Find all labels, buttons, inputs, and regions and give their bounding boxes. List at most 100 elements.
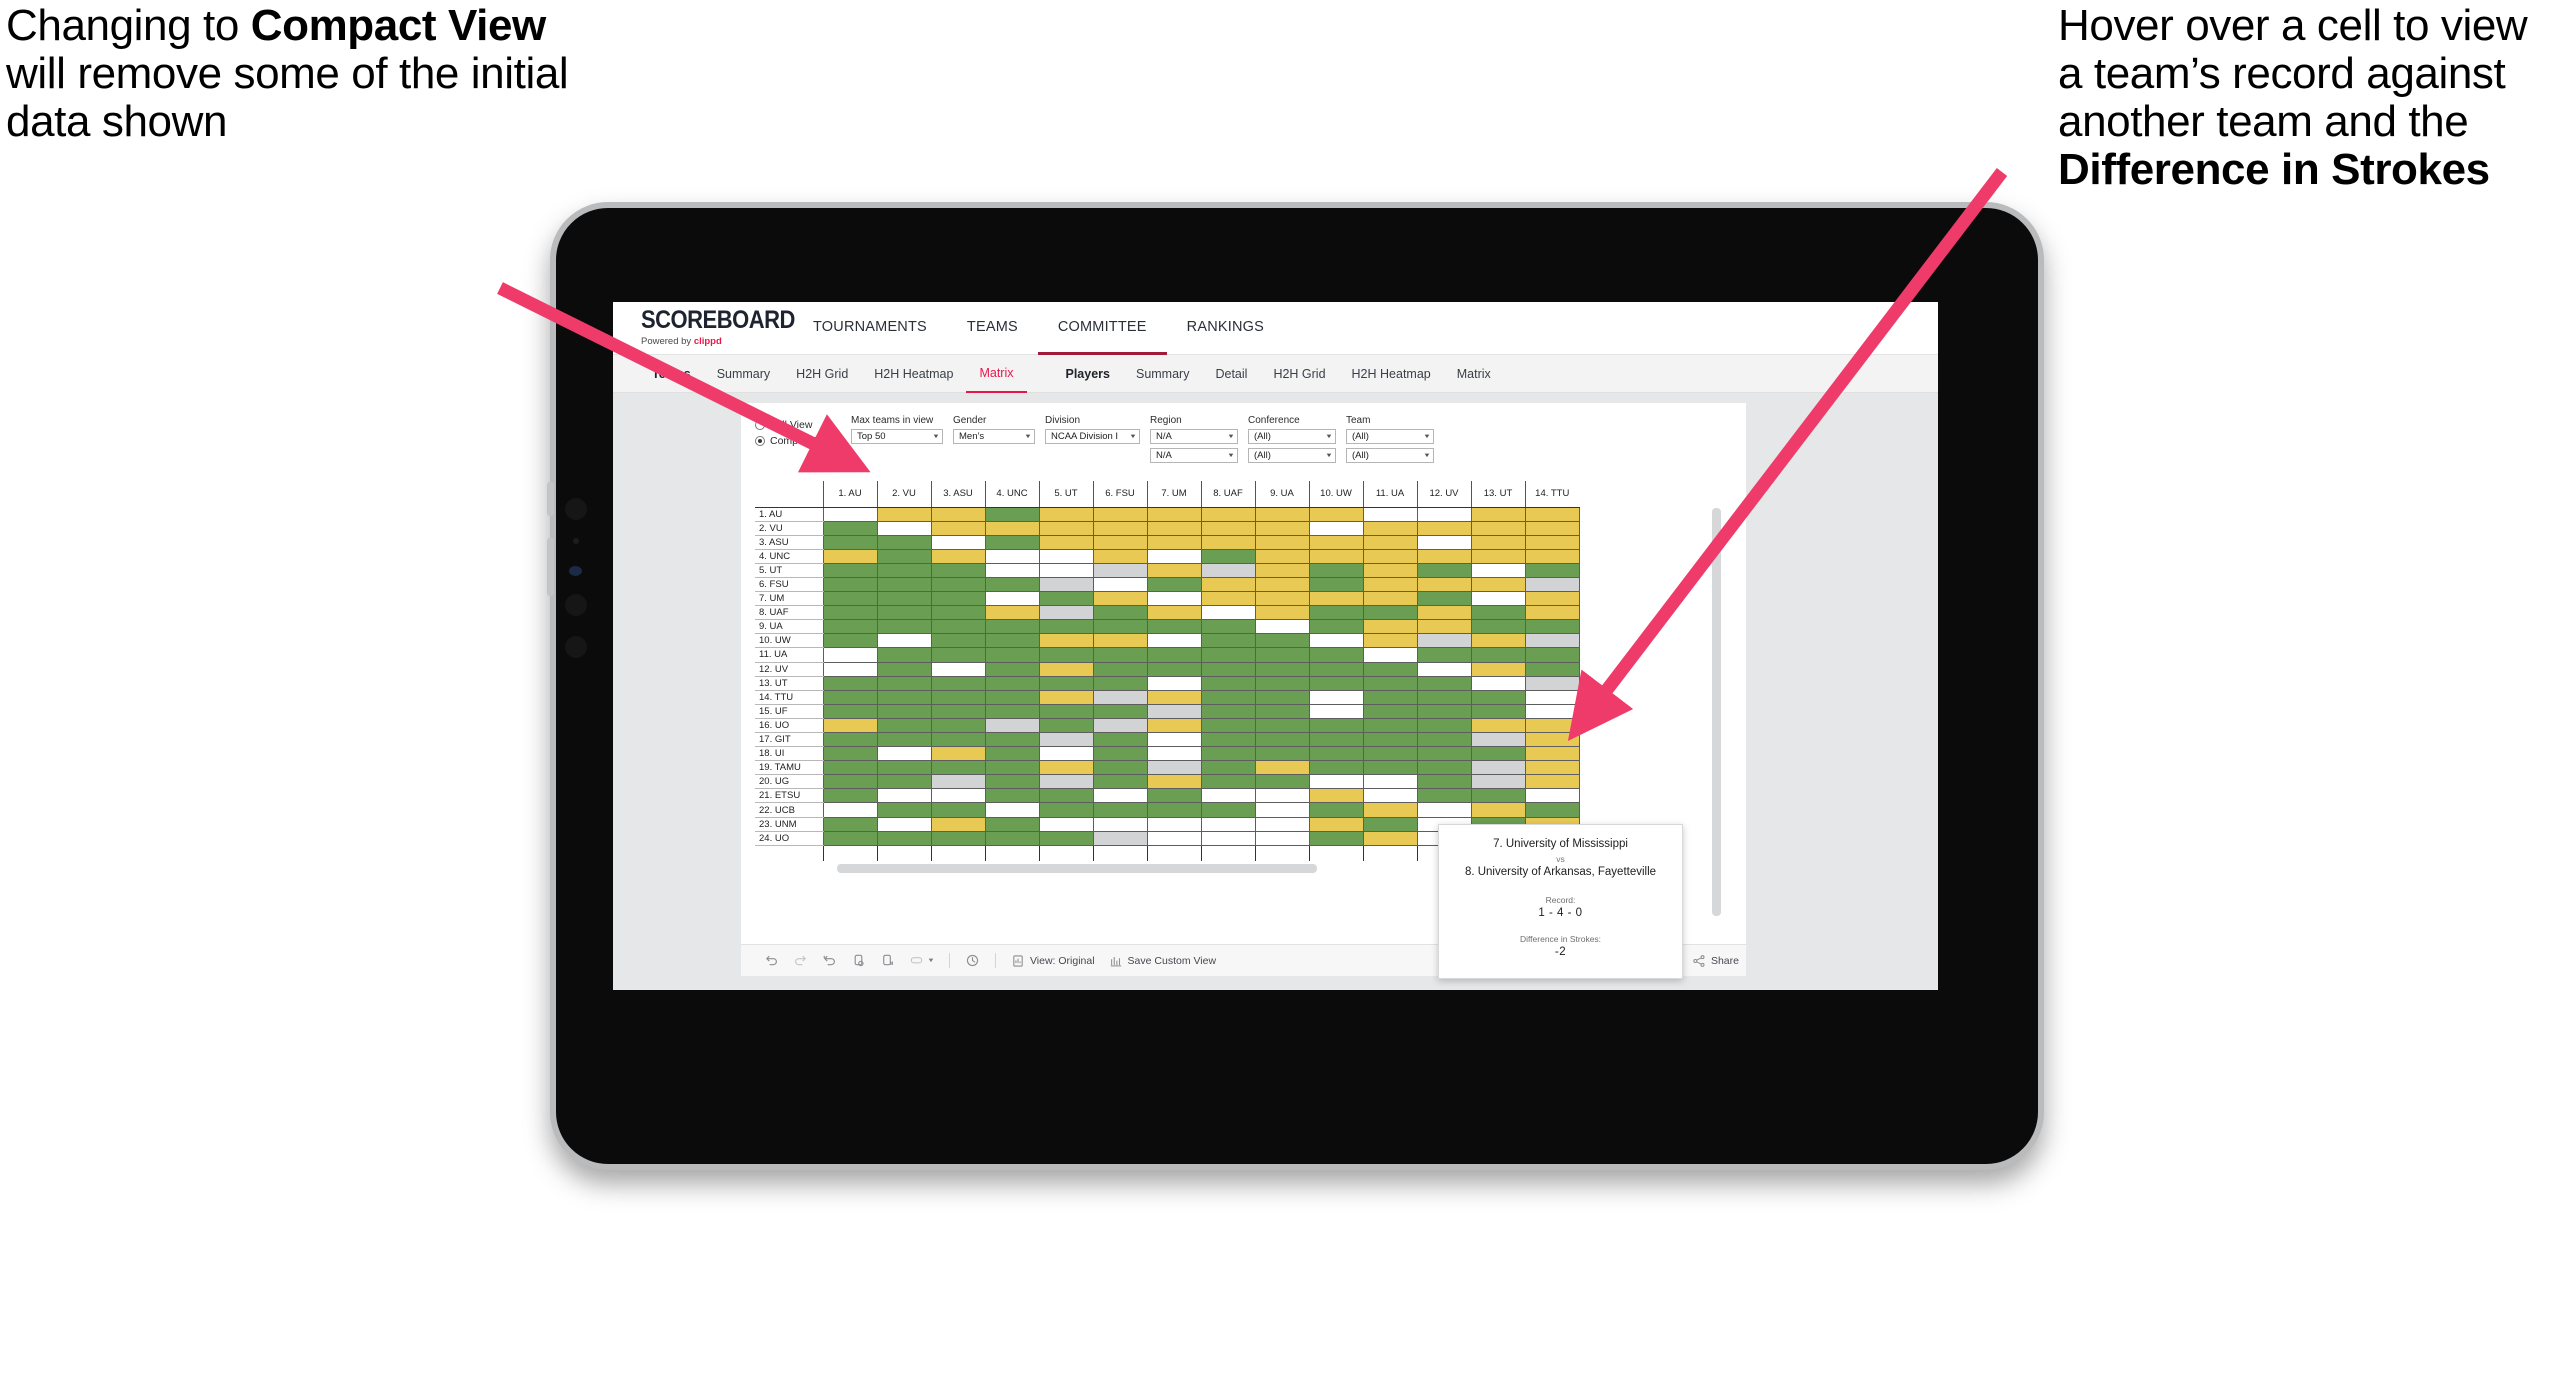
matrix-cell[interactable] xyxy=(1362,690,1418,705)
matrix-cell[interactable] xyxy=(984,662,1040,677)
matrix-cell[interactable] xyxy=(1038,732,1094,748)
matrix-cell[interactable] xyxy=(1038,563,1094,578)
matrix-cell[interactable] xyxy=(1524,577,1580,593)
matrix-cell[interactable] xyxy=(1146,507,1202,522)
matrix-cell[interactable] xyxy=(1470,704,1526,719)
matrix-cell[interactable] xyxy=(1470,647,1526,663)
matrix-cell[interactable] xyxy=(1200,633,1256,649)
matrix-cell[interactable] xyxy=(1524,760,1580,776)
matrix-cell[interactable] xyxy=(876,788,932,804)
matrix-cell[interactable] xyxy=(876,746,932,762)
matrix-cell[interactable] xyxy=(1146,817,1202,832)
matrix-cell[interactable] xyxy=(1038,535,1094,550)
nav-item-committee[interactable]: COMMITTEE xyxy=(1037,302,1167,355)
matrix-cell[interactable] xyxy=(822,619,878,635)
matrix-cell[interactable] xyxy=(1200,746,1256,762)
matrix-cell[interactable] xyxy=(1038,605,1094,621)
matrix-cell[interactable] xyxy=(1200,521,1256,536)
matrix-cell[interactable] xyxy=(1038,662,1094,677)
matrix-cell[interactable] xyxy=(1038,802,1094,818)
matrix-cell[interactable] xyxy=(1146,831,1202,846)
matrix-cell[interactable] xyxy=(1524,732,1580,748)
matrix-cell[interactable] xyxy=(1038,507,1094,522)
matrix-cell[interactable] xyxy=(1362,619,1418,635)
matrix-cell[interactable] xyxy=(1524,591,1580,607)
matrix-cell[interactable] xyxy=(1146,647,1202,663)
matrix-cell[interactable] xyxy=(1308,718,1364,734)
nav-item-tournaments[interactable]: TOURNAMENTS xyxy=(793,302,947,355)
matrix-cell[interactable] xyxy=(930,831,986,846)
matrix-cell[interactable] xyxy=(1524,647,1580,663)
matrix-cell[interactable] xyxy=(984,619,1040,635)
matrix-cell[interactable] xyxy=(1416,774,1472,790)
matrix-cell[interactable] xyxy=(1524,704,1580,719)
subnav-item-teams[interactable]: Teams xyxy=(639,355,704,393)
matrix-cell[interactable] xyxy=(1038,760,1094,776)
subnav-item-h2h-heatmap[interactable]: H2H Heatmap xyxy=(1339,355,1444,393)
matrix-cell[interactable] xyxy=(1308,619,1364,635)
matrix-cell[interactable] xyxy=(1416,549,1472,564)
matrix-cell[interactable] xyxy=(1200,732,1256,748)
matrix-cell[interactable] xyxy=(930,507,986,522)
matrix-cell[interactable] xyxy=(1308,633,1364,649)
matrix-cell[interactable] xyxy=(1362,549,1418,564)
matrix-cell[interactable] xyxy=(1200,676,1256,691)
matrix-cell[interactable] xyxy=(1200,662,1256,677)
matrix-cell[interactable] xyxy=(1200,704,1256,719)
matrix-cell[interactable] xyxy=(1470,802,1526,818)
matrix-cell[interactable] xyxy=(1092,760,1148,776)
matrix-cell[interactable] xyxy=(1308,746,1364,762)
matrix-cell[interactable] xyxy=(1146,619,1202,635)
matrix-cell[interactable] xyxy=(984,605,1040,621)
matrix-cell[interactable] xyxy=(1362,704,1418,719)
matrix-cell[interactable] xyxy=(1254,760,1310,776)
radio-compact-view[interactable]: Compact View xyxy=(755,433,851,449)
matrix-cell[interactable] xyxy=(1362,647,1418,663)
matrix-cell[interactable] xyxy=(1200,577,1256,593)
matrix-cell[interactable] xyxy=(1038,647,1094,663)
matrix-cell[interactable] xyxy=(1254,718,1310,734)
filter-conference-select-1[interactable]: (All) ▼ xyxy=(1248,429,1336,444)
matrix-cell[interactable] xyxy=(1416,662,1472,677)
matrix-cell[interactable] xyxy=(1308,690,1364,705)
matrix-cell[interactable] xyxy=(1308,591,1364,607)
matrix-cell[interactable] xyxy=(984,591,1040,607)
matrix-cell[interactable] xyxy=(822,831,878,846)
matrix-cell[interactable] xyxy=(1524,633,1580,649)
matrix-cell[interactable] xyxy=(1416,591,1472,607)
matrix-cell[interactable] xyxy=(1038,521,1094,536)
matrix-cell[interactable] xyxy=(984,760,1040,776)
matrix-cell[interactable] xyxy=(1524,521,1580,536)
matrix-cell[interactable] xyxy=(1254,535,1310,550)
matrix-cell[interactable] xyxy=(1362,802,1418,818)
matrix-cell[interactable] xyxy=(1470,718,1526,734)
matrix-cell[interactable] xyxy=(1254,591,1310,607)
subnav-item-h2h-heatmap[interactable]: H2H Heatmap xyxy=(861,355,966,393)
filter-team-select-2[interactable]: (All) ▼ xyxy=(1346,448,1434,463)
matrix-cell[interactable] xyxy=(1524,774,1580,790)
matrix-cell[interactable] xyxy=(984,802,1040,818)
matrix-cell[interactable] xyxy=(1308,676,1364,691)
matrix-cell[interactable] xyxy=(876,662,932,677)
matrix-cell[interactable] xyxy=(1146,633,1202,649)
redo-button[interactable] xyxy=(786,945,815,977)
subnav-item-matrix[interactable]: Matrix xyxy=(1444,355,1504,393)
matrix-cell[interactable] xyxy=(876,619,932,635)
matrix-cell[interactable] xyxy=(984,746,1040,762)
matrix-cell[interactable] xyxy=(1470,662,1526,677)
matrix-cell[interactable] xyxy=(1146,788,1202,804)
matrix-cell[interactable] xyxy=(876,605,932,621)
matrix-cell[interactable] xyxy=(1254,647,1310,663)
matrix-cell[interactable] xyxy=(1470,605,1526,621)
matrix-cell[interactable] xyxy=(1092,746,1148,762)
matrix-cell[interactable] xyxy=(1092,507,1148,522)
matrix-cell[interactable] xyxy=(822,647,878,663)
matrix-cell[interactable] xyxy=(984,718,1040,734)
matrix-cell[interactable] xyxy=(1038,549,1094,564)
filter-division-select[interactable]: NCAA Division I ▼ xyxy=(1045,429,1140,444)
matrix-cell[interactable] xyxy=(1362,507,1418,522)
matrix-cell[interactable] xyxy=(930,718,986,734)
matrix-cell[interactable] xyxy=(1308,831,1364,846)
matrix-cell[interactable] xyxy=(1146,718,1202,734)
matrix-cell[interactable] xyxy=(822,535,878,550)
